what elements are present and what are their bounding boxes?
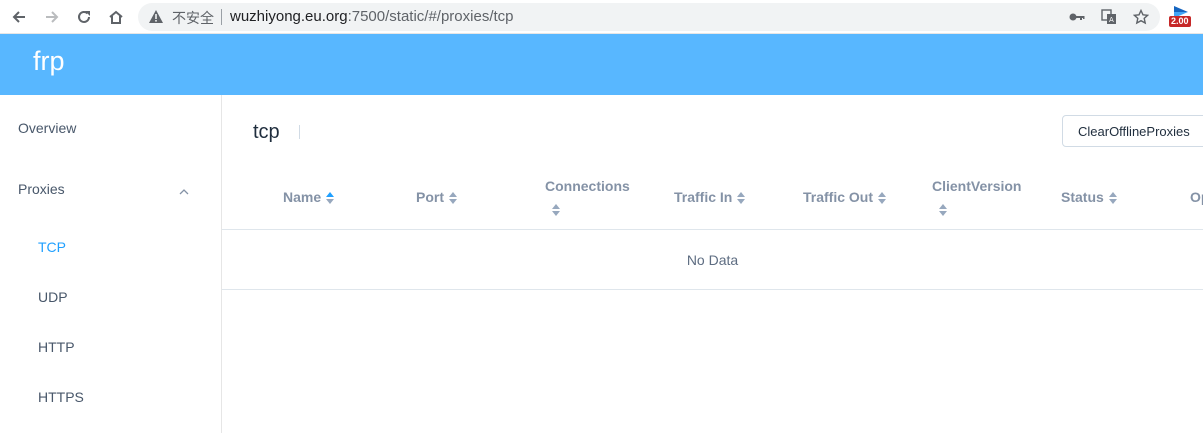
sidebar: Overview Proxies TCP UDP HTTP HTTPS bbox=[0, 95, 222, 433]
extension-icon[interactable]: 2.00 bbox=[1168, 5, 1194, 29]
star-icon[interactable] bbox=[1132, 9, 1150, 25]
svg-text:A: A bbox=[1109, 16, 1114, 24]
reload-icon[interactable] bbox=[73, 6, 95, 28]
column-label: Traffic In bbox=[674, 189, 733, 205]
app-header: frp bbox=[0, 34, 1203, 95]
empty-text: No Data bbox=[686, 251, 739, 268]
sort-icon[interactable] bbox=[737, 191, 746, 205]
column-label: Name bbox=[283, 189, 322, 205]
chevron-up-icon[interactable] bbox=[178, 183, 190, 201]
url-host: wuzhiyong.eu.org bbox=[230, 8, 348, 25]
translate-icon[interactable]: A bbox=[1100, 9, 1118, 25]
column-label: ClientVersion bbox=[932, 178, 1022, 194]
column-header-traffic-in[interactable]: Traffic In bbox=[674, 189, 746, 205]
sidebar-item-proxies[interactable]: Proxies bbox=[18, 181, 65, 197]
title-divider bbox=[299, 125, 300, 139]
sort-icon[interactable] bbox=[326, 191, 335, 205]
url-text[interactable]: wuzhiyong.eu.org:7500/static/#/proxies/t… bbox=[230, 8, 514, 25]
back-icon[interactable] bbox=[8, 6, 30, 28]
column-header-port[interactable]: Port bbox=[416, 189, 458, 205]
column-header-client-version[interactable]: ClientVersion bbox=[932, 178, 1021, 194]
sidebar-item-https[interactable]: HTTPS bbox=[38, 389, 84, 405]
forward-icon[interactable] bbox=[41, 6, 63, 28]
column-header-status[interactable]: Status bbox=[1061, 189, 1118, 205]
warning-icon[interactable] bbox=[148, 9, 164, 29]
sort-icon[interactable] bbox=[939, 204, 948, 217]
sort-icon[interactable] bbox=[552, 204, 561, 217]
column-header-traffic-out[interactable]: Traffic Out bbox=[803, 189, 887, 205]
page-title: tcp bbox=[253, 121, 280, 143]
omnibox-divider bbox=[221, 9, 222, 25]
empty-table-message: No Data bbox=[222, 230, 1203, 289]
extension-badge: 2.00 bbox=[1169, 16, 1191, 27]
column-label: Port bbox=[416, 189, 444, 205]
sidebar-item-udp[interactable]: UDP bbox=[38, 289, 68, 305]
sidebar-item-http[interactable]: HTTP bbox=[38, 339, 75, 355]
home-icon[interactable] bbox=[105, 6, 127, 28]
column-label: Status bbox=[1061, 189, 1104, 205]
browser-toolbar: 不安全 wuzhiyong.eu.org:7500/static/#/proxi… bbox=[0, 0, 1203, 34]
insecure-label[interactable]: 不安全 bbox=[172, 8, 214, 28]
table-body-border bbox=[222, 289, 1203, 290]
sidebar-item-tcp[interactable]: TCP bbox=[38, 239, 66, 255]
column-header-op: Op bbox=[1190, 189, 1203, 205]
brand-logo[interactable]: frp bbox=[33, 46, 65, 77]
column-header-name[interactable]: Name bbox=[283, 189, 335, 205]
column-header-connections[interactable]: Connections bbox=[545, 178, 630, 194]
column-label: Traffic Out bbox=[803, 189, 874, 205]
sort-icon[interactable] bbox=[878, 191, 887, 205]
key-icon[interactable] bbox=[1068, 9, 1086, 25]
sidebar-item-overview[interactable]: Overview bbox=[18, 120, 76, 136]
column-label: Connections bbox=[545, 178, 630, 194]
address-bar[interactable]: 不安全 wuzhiyong.eu.org:7500/static/#/proxi… bbox=[138, 3, 1160, 31]
sort-icon[interactable] bbox=[1108, 191, 1118, 205]
url-path: :7500/static/#/proxies/tcp bbox=[347, 8, 514, 25]
sort-icon[interactable] bbox=[449, 191, 458, 205]
clear-offline-proxies-button[interactable]: ClearOfflineProxies bbox=[1062, 115, 1203, 147]
column-label: Op bbox=[1190, 189, 1203, 205]
